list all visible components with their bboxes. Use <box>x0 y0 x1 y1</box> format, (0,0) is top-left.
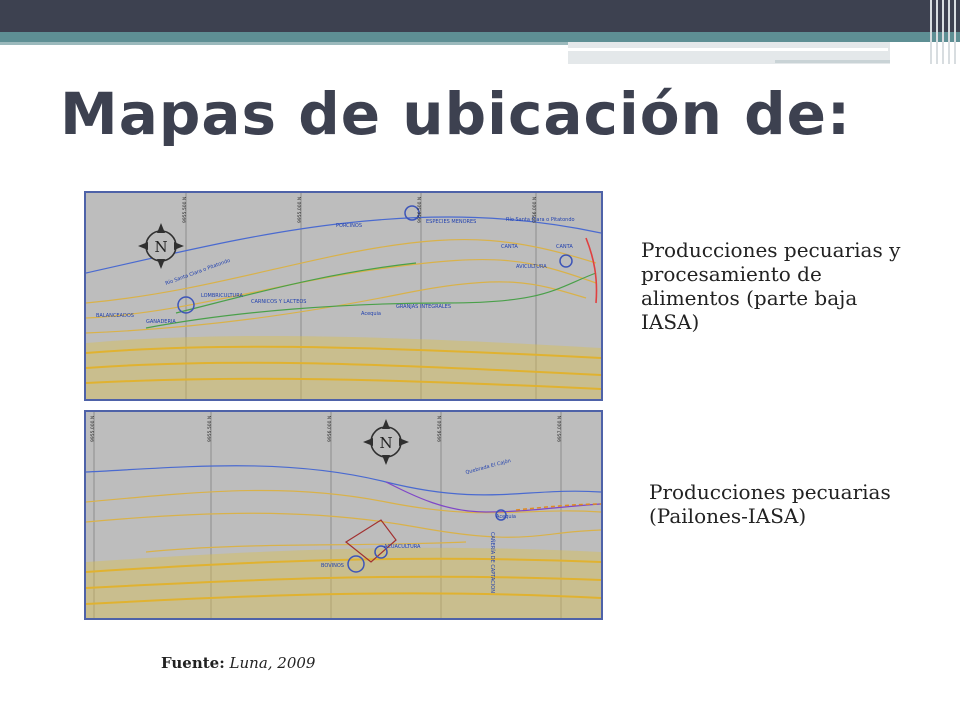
map-caption-lower-iasa: Producciones pecuarias y procesamiento d… <box>641 238 901 334</box>
header-accent-stripe <box>0 32 960 42</box>
map-label: ESPECIES MENORES <box>426 219 476 225</box>
map-label: ACUACULTURA <box>384 544 421 550</box>
compass-letter: N <box>154 238 167 256</box>
header-bar <box>0 0 960 32</box>
map-label: LOMBRICULTURA <box>201 293 243 299</box>
grid-label: 9956.000 N <box>327 416 333 442</box>
map-drawing: N 9955.000 N 9955.500 N 9956.000 N 9956.… <box>86 412 601 618</box>
location-map-lower-iasa: N 9955.500 N 9955.000 N 9956.500 N 9956.… <box>84 191 603 401</box>
map-label: Acequia <box>496 514 516 520</box>
grid-label: 9957.000 N <box>557 416 563 442</box>
corner-decoration <box>920 0 960 64</box>
grid-label: 9955.500 N <box>182 197 188 223</box>
map-drawing: N 9955.500 N 9955.000 N 9956.500 N 9956.… <box>86 193 601 399</box>
source-value: Luna, 2009 <box>229 654 316 672</box>
header-accent-line <box>0 42 570 45</box>
map-label: GANADERIA <box>146 319 176 325</box>
slide-title: Mapas de ubicación de: <box>60 80 852 148</box>
map-label: CANTA <box>501 244 518 250</box>
grid-label: 9955.500 N <box>207 416 213 442</box>
source-label: Fuente: <box>161 654 225 672</box>
map-label: CANTA <box>556 244 573 250</box>
map-label: BALANCEADOS <box>96 313 134 319</box>
map-label: AVICULTURA <box>516 264 547 270</box>
source-citation: Fuente: Luna, 2009 <box>161 654 315 672</box>
map-label: PORCINOS <box>336 223 362 229</box>
map-label: Acequia <box>361 311 381 317</box>
grid-label: 9955.000 N <box>90 416 96 442</box>
map-label: BOVINOS <box>321 563 344 569</box>
map-label: Río Santa Clara o Pitatondo <box>506 216 575 223</box>
grid-label: 9956.500 N <box>417 197 423 223</box>
map-caption-pailones: Producciones pecuarias (Pailones-IASA) <box>649 480 891 528</box>
map-label: CAÑERÍA DE CAPTACION <box>489 532 496 593</box>
compass-letter: N <box>379 434 392 452</box>
location-map-pailones: N 9955.000 N 9955.500 N 9956.000 N 9956.… <box>84 410 603 620</box>
header-accent-divider <box>568 48 888 51</box>
grid-label: 9956.500 N <box>437 416 443 442</box>
map-label: GRANJAS INTEGRALES <box>396 304 451 310</box>
header-accent-line-short <box>775 60 890 63</box>
map-label: CARNICOS Y LACTEOS <box>251 299 306 305</box>
grid-label: 9955.000 N <box>297 197 303 223</box>
